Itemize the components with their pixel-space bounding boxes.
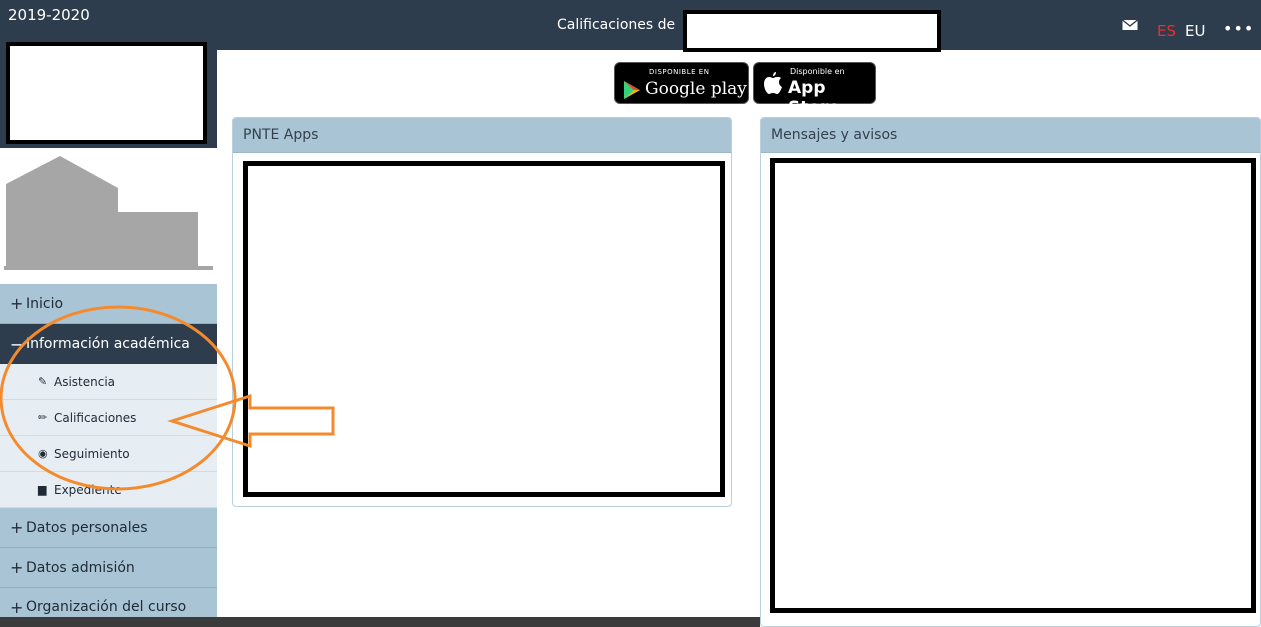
menu-datos-admision[interactable]: + Datos admisión [0, 548, 217, 588]
panel-title: Mensajes y avisos [761, 118, 1260, 153]
plus-icon: + [10, 518, 24, 537]
folder-icon: ▆ [38, 483, 47, 496]
submenu-calificaciones[interactable]: ✏ Calificaciones [0, 400, 217, 436]
panel-title: PNTE Apps [233, 118, 731, 153]
envelope-icon[interactable] [1122, 18, 1138, 32]
taskbar-strip [0, 617, 760, 627]
submenu-label: Calificaciones [54, 410, 137, 425]
language-eu-link[interactable]: EU [1185, 0, 1205, 62]
page-title: Calificaciones de [557, 17, 676, 33]
menu-label: Inicio [26, 295, 64, 312]
plus-icon: + [10, 558, 24, 577]
eye-icon: ◉ [38, 447, 48, 460]
sidebar: 2019-2020 + Inicio − Información académi… [0, 0, 217, 627]
menu-label: Información académica [26, 336, 190, 352]
submenu-label: Asistencia [54, 374, 116, 389]
plus-icon: + [10, 294, 24, 313]
school-building-image [0, 148, 217, 284]
menu-inicio[interactable]: + Inicio [0, 284, 217, 324]
plus-icon: + [10, 597, 24, 617]
google-badge-small-text: DISPONIBLE EN [649, 68, 710, 76]
language-es-link[interactable]: ES [1157, 0, 1176, 62]
google-play-icon [624, 81, 640, 99]
app-store-badge[interactable]: Disponible en App Store [753, 62, 876, 118]
submenu-expediente[interactable]: ▆ Expediente [0, 472, 217, 508]
more-icon[interactable]: ••• [1223, 21, 1254, 37]
app-store-big-text: App Store [788, 78, 840, 118]
top-bar: Calificaciones de ES EU ••• [217, 0, 1261, 52]
messages-panel: Mensajes y avisos [760, 117, 1261, 627]
submenu-asistencia[interactable]: ✎ Asistencia [0, 364, 217, 400]
minus-icon: − [10, 334, 24, 354]
menu-label: Organización del curso [26, 599, 187, 615]
redacted-content [770, 158, 1256, 613]
redacted-student-name [683, 10, 941, 52]
menu-label: Datos personales [26, 519, 148, 536]
google-badge-big-text: Google play [645, 79, 747, 99]
pnte-apps-panel: PNTE Apps [232, 117, 732, 507]
submenu-label: Seguimiento [54, 446, 130, 461]
menu-label: Datos admisión [26, 559, 135, 576]
submenu-seguimiento[interactable]: ◉ Seguimiento [0, 436, 217, 472]
school-year-label: 2019-2020 [8, 6, 90, 24]
app-store-small-text: Disponible en [790, 67, 845, 76]
pencil-icon: ✏ [38, 411, 48, 424]
google-play-badge[interactable]: DISPONIBLE EN Google play [614, 62, 749, 104]
submenu-label: Expediente [54, 482, 122, 497]
apple-icon [764, 72, 782, 94]
menu-informacion-academica[interactable]: − Información académica [0, 324, 217, 364]
redacted-logo [6, 42, 207, 144]
menu-datos-personales[interactable]: + Datos personales [0, 508, 217, 548]
edit-icon: ✎ [38, 375, 48, 388]
redacted-content [243, 161, 725, 497]
